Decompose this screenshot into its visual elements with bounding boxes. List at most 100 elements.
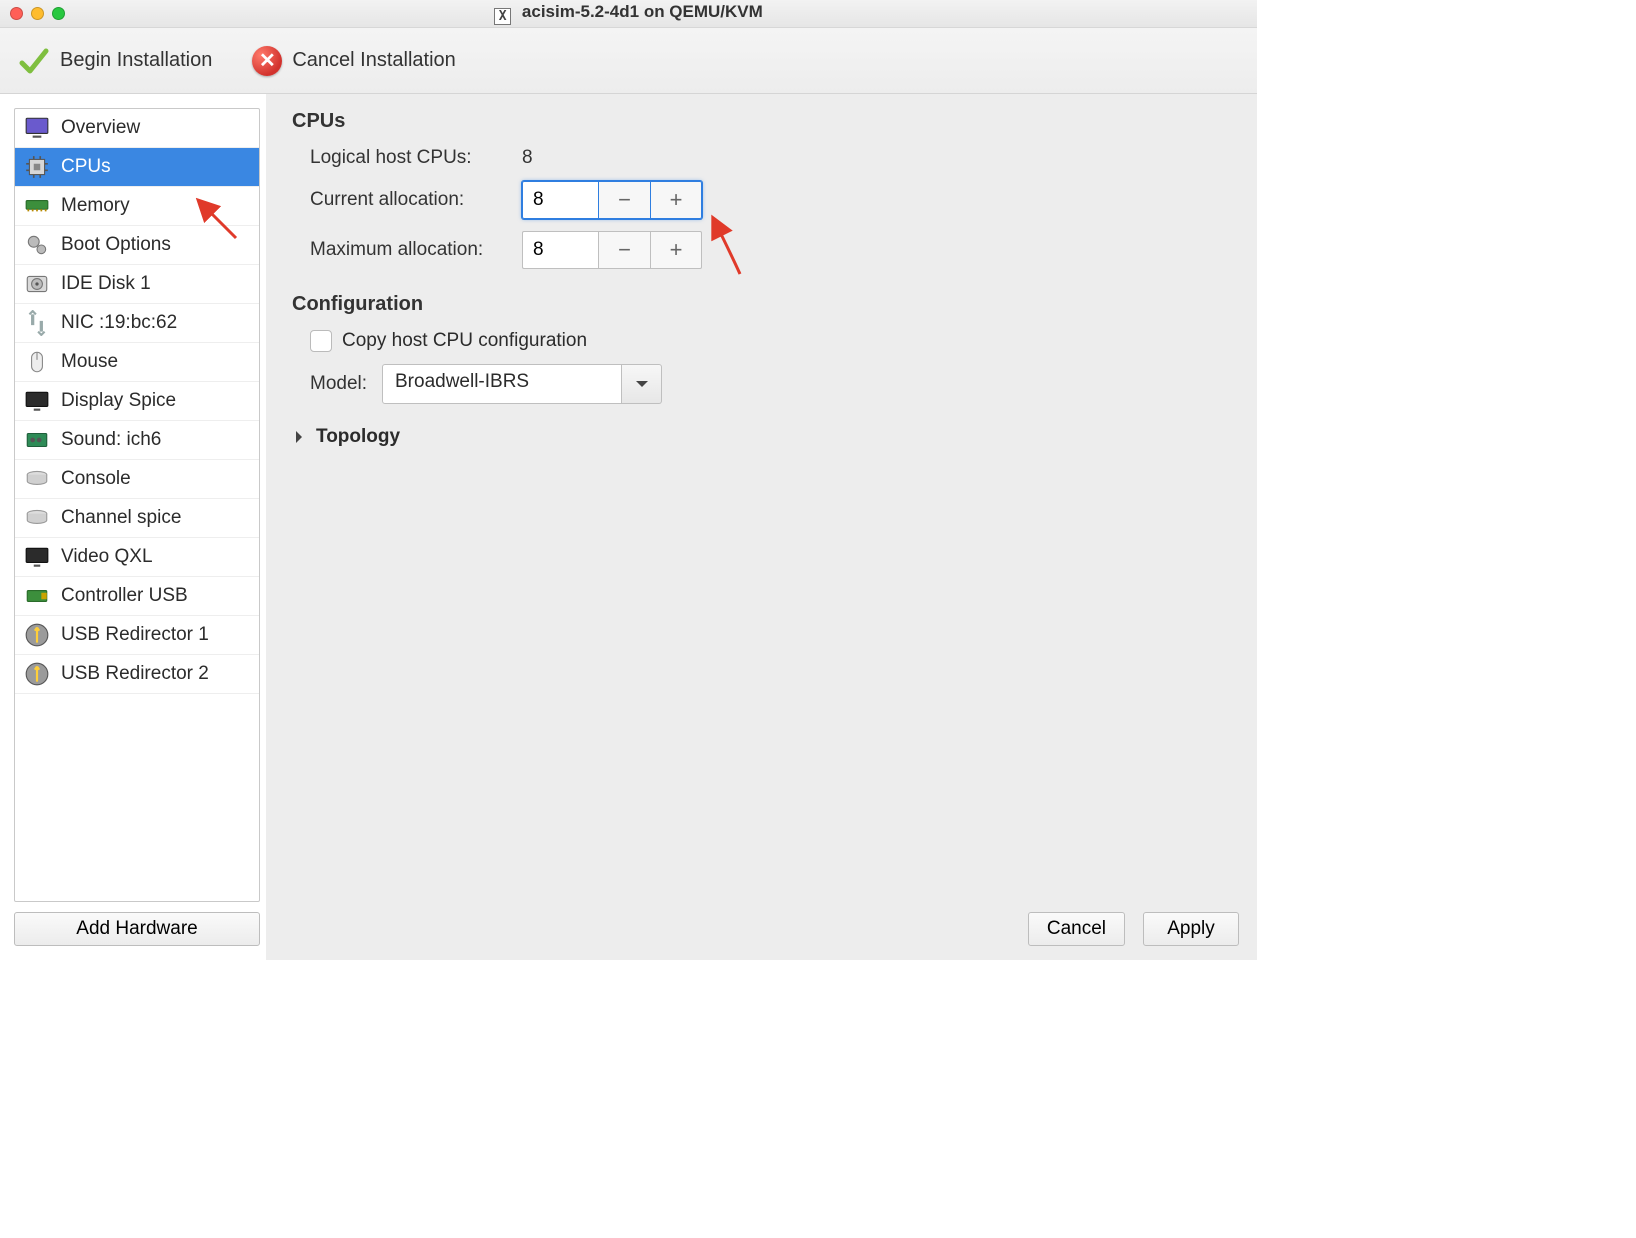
sidebar-item-usb-redirector-1[interactable]: USB Redirector 1 (15, 616, 259, 655)
console-icon (23, 465, 51, 493)
current-allocation-stepper[interactable]: − + (522, 181, 702, 219)
sidebar-item-cpus[interactable]: CPUs (15, 148, 259, 187)
usb-round-icon (23, 660, 51, 688)
chevron-down-icon[interactable] (622, 364, 662, 404)
sidebar-item-label: Controller USB (61, 585, 188, 607)
maximum-allocation-input[interactable] (522, 231, 598, 269)
sidebar-item-nic-19-bc-62[interactable]: NIC :19:bc:62 (15, 304, 259, 343)
page-remainder (0, 960, 1636, 1238)
copy-host-cpu-row: Copy host CPU configuration (292, 330, 1239, 352)
sidebar-item-overview[interactable]: Overview (15, 109, 259, 148)
sidebar-item-console[interactable]: Console (15, 460, 259, 499)
gears-icon (23, 231, 51, 259)
ram-icon (23, 192, 51, 220)
triangle-right-icon (296, 431, 308, 443)
install-toolbar: Begin Installation Cancel Installation (0, 28, 1257, 94)
current-allocation-increment-button[interactable]: + (650, 181, 702, 219)
sidebar-item-label: Boot Options (61, 234, 171, 256)
sidebar-item-video-qxl[interactable]: Video QXL (15, 538, 259, 577)
topology-heading: Topology (316, 426, 400, 448)
maximum-allocation-increment-button[interactable]: + (650, 231, 702, 269)
cpu-settings-panel: CPUs Logical host CPUs: 8 Current alloca… (266, 94, 1257, 960)
sidebar-item-memory[interactable]: Memory (15, 187, 259, 226)
minimize-window-button[interactable] (31, 7, 44, 20)
titlebar[interactable]: X acisim-5.2-4d1 on QEMU/KVM (0, 0, 1257, 28)
current-allocation-decrement-button[interactable]: − (598, 181, 650, 219)
sidebar-item-label: USB Redirector 2 (61, 663, 209, 685)
sound-icon (23, 426, 51, 454)
sidebar-item-label: IDE Disk 1 (61, 273, 151, 295)
cpu-icon (23, 153, 51, 181)
cpu-model-row: Model: Broadwell-IBRS (292, 364, 1239, 404)
logical-host-cpus-row: Logical host CPUs: 8 (292, 147, 1239, 169)
x11-app-icon: X (494, 8, 511, 25)
sidebar-item-channel-spice[interactable]: Channel spice (15, 499, 259, 538)
sidebar-column: Overview CPUs Memory Boot Options IDE Disk 1… (0, 94, 266, 960)
nic-icon (23, 309, 51, 337)
sidebar-item-label: Memory (61, 195, 130, 217)
sidebar-item-controller-usb[interactable]: Controller USB (15, 577, 259, 616)
traffic-lights (10, 7, 65, 20)
cpu-model-label: Model: (292, 373, 382, 395)
begin-installation-button[interactable]: Begin Installation (18, 45, 212, 77)
sidebar-item-label: Overview (61, 117, 140, 139)
console-icon (23, 504, 51, 532)
add-hardware-label: Add Hardware (76, 918, 197, 940)
window-title-wrap: X acisim-5.2-4d1 on QEMU/KVM (0, 2, 1257, 25)
sidebar-item-label: Channel spice (61, 507, 181, 529)
current-allocation-input[interactable] (522, 181, 598, 219)
current-allocation-label: Current allocation: (292, 189, 522, 211)
cancel-installation-button[interactable]: Cancel Installation (252, 46, 455, 76)
check-icon (18, 45, 50, 77)
sidebar-item-label: CPUs (61, 156, 111, 178)
apply-button[interactable]: Apply (1143, 912, 1239, 946)
sidebar-item-boot-options[interactable]: Boot Options (15, 226, 259, 265)
zoom-window-button[interactable] (52, 7, 65, 20)
dialog-footer: Cancel Apply (1028, 912, 1239, 946)
cpu-model-value: Broadwell-IBRS (382, 364, 622, 404)
hardware-sidebar[interactable]: Overview CPUs Memory Boot Options IDE Disk 1… (14, 108, 260, 902)
begin-installation-label: Begin Installation (60, 49, 212, 72)
cpus-heading: CPUs (292, 110, 1239, 133)
window-title: acisim-5.2-4d1 on QEMU/KVM (522, 2, 763, 21)
display-icon (23, 387, 51, 415)
configuration-heading: Configuration (292, 293, 1239, 316)
add-hardware-button[interactable]: Add Hardware (14, 912, 260, 946)
logical-host-cpus-value: 8 (522, 147, 533, 169)
cpu-model-select[interactable]: Broadwell-IBRS (382, 364, 662, 404)
cancel-label: Cancel (1047, 918, 1106, 940)
topology-expander[interactable]: Topology (292, 426, 1239, 448)
cancel-button[interactable]: Cancel (1028, 912, 1125, 946)
sidebar-item-label: Display Spice (61, 390, 176, 412)
monitor-icon (23, 114, 51, 142)
maximum-allocation-row: Maximum allocation: − + (292, 231, 1239, 269)
sidebar-item-display-spice[interactable]: Display Spice (15, 382, 259, 421)
sidebar-item-label: Sound: ich6 (61, 429, 161, 451)
sidebar-item-label: Console (61, 468, 131, 490)
current-allocation-row: Current allocation: − + (292, 181, 1239, 219)
copy-host-cpu-checkbox[interactable] (310, 330, 332, 352)
cancel-icon (252, 46, 282, 76)
usb-round-icon (23, 621, 51, 649)
display-icon (23, 543, 51, 571)
maximum-allocation-decrement-button[interactable]: − (598, 231, 650, 269)
cancel-installation-label: Cancel Installation (292, 49, 455, 72)
maximum-allocation-label: Maximum allocation: (292, 239, 522, 261)
body-split: Overview CPUs Memory Boot Options IDE Disk 1… (0, 94, 1257, 960)
apply-label: Apply (1167, 918, 1215, 940)
sidebar-item-usb-redirector-2[interactable]: USB Redirector 2 (15, 655, 259, 694)
usb-icon (23, 582, 51, 610)
logical-host-cpus-label: Logical host CPUs: (292, 147, 522, 169)
vm-window: X acisim-5.2-4d1 on QEMU/KVM Begin Insta… (0, 0, 1257, 960)
copy-host-cpu-label: Copy host CPU configuration (342, 330, 587, 352)
sidebar-item-label: Mouse (61, 351, 118, 373)
maximum-allocation-stepper[interactable]: − + (522, 231, 702, 269)
mouse-icon (23, 348, 51, 376)
sidebar-item-label: Video QXL (61, 546, 153, 568)
close-window-button[interactable] (10, 7, 23, 20)
disk-icon (23, 270, 51, 298)
sidebar-item-label: NIC :19:bc:62 (61, 312, 177, 334)
sidebar-item-mouse[interactable]: Mouse (15, 343, 259, 382)
sidebar-item-sound-ich6[interactable]: Sound: ich6 (15, 421, 259, 460)
sidebar-item-ide-disk-1[interactable]: IDE Disk 1 (15, 265, 259, 304)
